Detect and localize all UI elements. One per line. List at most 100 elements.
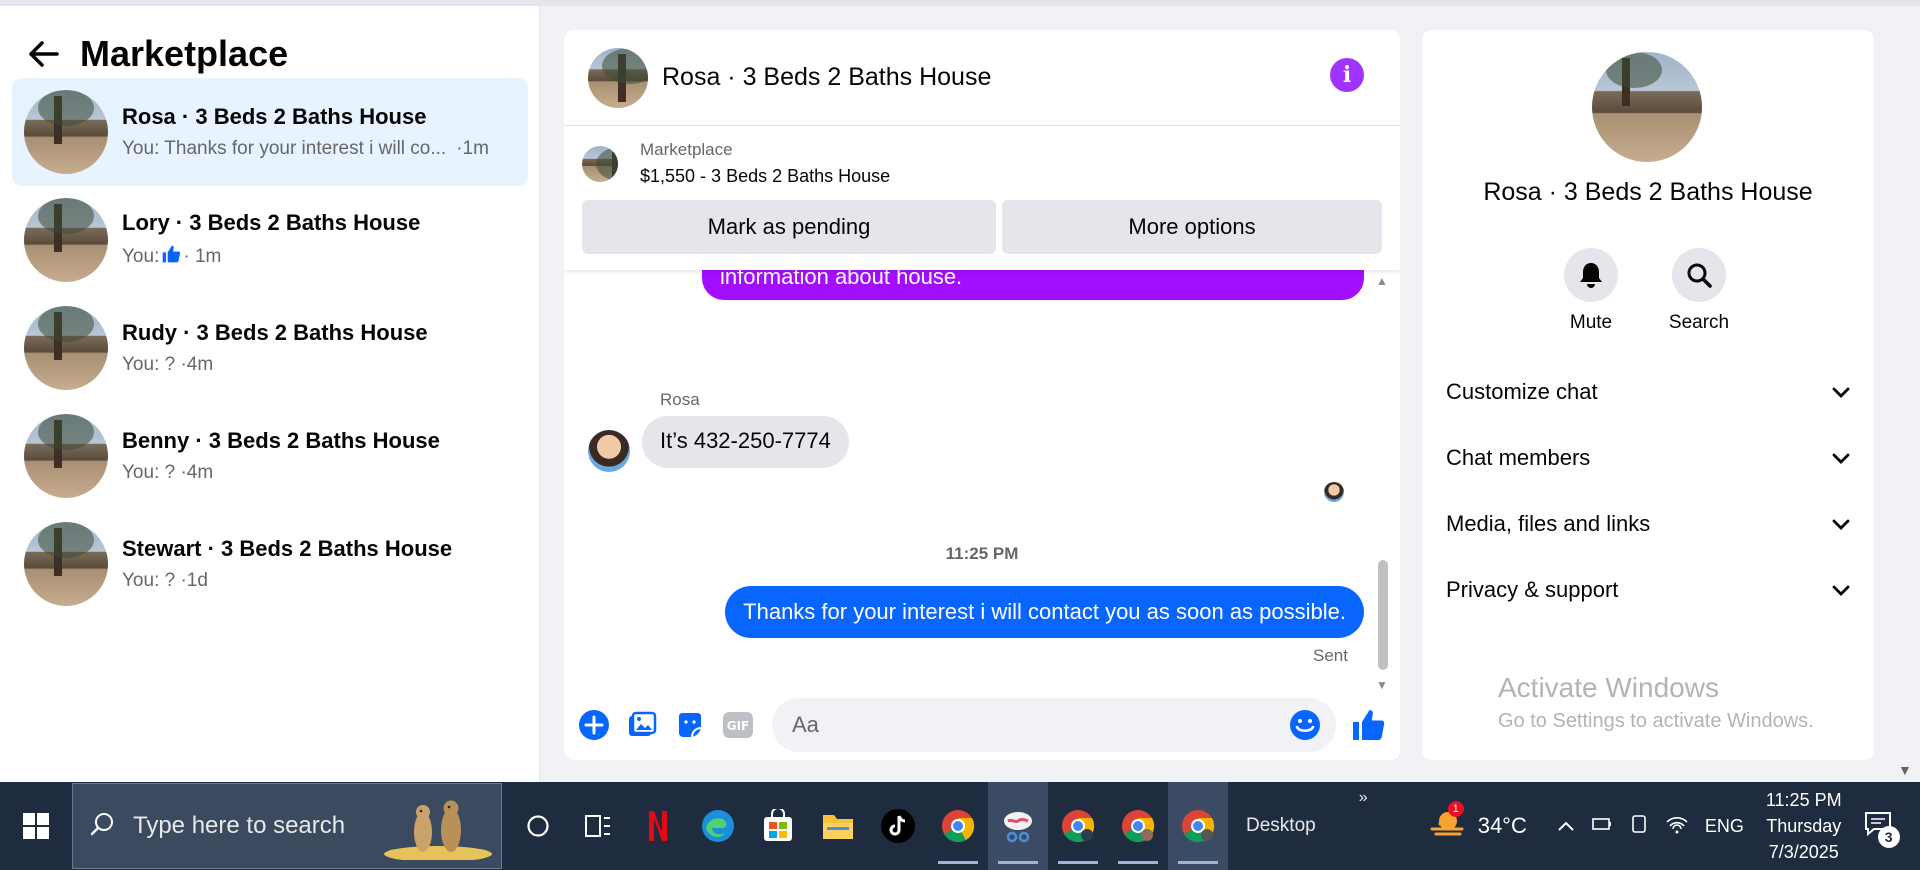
section-label: Chat members xyxy=(1446,445,1591,470)
system-tray: ENG xyxy=(1557,814,1760,839)
task-view-icon[interactable] xyxy=(568,782,628,870)
profile-avatar[interactable] xyxy=(1592,52,1702,162)
conversation-name: Rosa · 3 Beds 2 Baths House xyxy=(122,104,427,129)
message-composer: GIF xyxy=(564,690,1400,760)
message-input-container[interactable] xyxy=(772,698,1336,752)
chevron-down-icon xyxy=(1832,511,1850,537)
mark-as-pending-button[interactable]: Mark as pending xyxy=(582,200,996,254)
chevron-up-icon[interactable] xyxy=(1557,816,1575,837)
listing-price[interactable]: $1,550 - 3 Beds 2 Baths House xyxy=(640,166,890,187)
avatar xyxy=(24,414,108,498)
windows-icon[interactable] xyxy=(0,782,72,870)
thread-scrollbar[interactable]: ▲ ▼ xyxy=(1376,270,1390,692)
taskbar-search[interactable]: Type here to search xyxy=(72,783,502,869)
conversation-name: Stewart · 3 Beds 2 Baths House xyxy=(122,536,453,561)
listing-banner: Marketplace $1,550 - 3 Beds 2 Baths Hous… xyxy=(564,126,1400,270)
chat-panel: Rosa · 3 Beds 2 Baths House i Marketplac… xyxy=(564,30,1400,760)
meerkat-illustration-icon xyxy=(383,798,493,862)
clock-day: Thursday xyxy=(1766,816,1842,836)
message-input[interactable] xyxy=(790,711,1260,739)
avatar xyxy=(24,306,108,390)
edge-icon[interactable] xyxy=(688,782,748,870)
desktop-toolbar[interactable]: Desktop » xyxy=(1246,789,1368,837)
preview-time: ·1m xyxy=(456,138,489,159)
conversation-name: Benny · 3 Beds 2 Baths House xyxy=(122,428,440,453)
section-media-files-links[interactable]: Media, files and links xyxy=(1446,504,1850,544)
back-arrow-icon[interactable] xyxy=(24,34,64,74)
netflix-icon[interactable] xyxy=(628,782,688,870)
sticker-icon[interactable] xyxy=(672,707,708,743)
conversation-preview: You: Thanks for your interest i will co.… xyxy=(122,138,489,160)
device-icon[interactable] xyxy=(1629,814,1649,839)
avatar xyxy=(24,90,108,174)
section-customize-chat[interactable]: Customize chat xyxy=(1446,372,1850,412)
chrome-profile-icon[interactable] xyxy=(1048,782,1108,870)
chat-title[interactable]: Rosa · 3 Beds 2 Baths House xyxy=(662,63,991,92)
listing-thumbnail[interactable] xyxy=(582,145,618,182)
weather-widget[interactable]: 1 34°C xyxy=(1428,801,1527,845)
scroll-up-arrow-icon[interactable]: ▲ xyxy=(1376,274,1388,288)
tiktok-icon[interactable] xyxy=(868,782,928,870)
battery-icon[interactable] xyxy=(1591,815,1613,838)
seen-indicator-avatar xyxy=(1324,482,1344,502)
chat-avatar[interactable] xyxy=(588,47,648,108)
section-chat-members[interactable]: Chat members xyxy=(1446,438,1850,478)
plus-icon[interactable] xyxy=(576,707,612,743)
conversation-preview: You: ? ·4m xyxy=(122,354,214,375)
incoming-message: It’s 432-250-7774 xyxy=(642,416,849,468)
more-options-button[interactable]: More options xyxy=(1002,200,1382,254)
avatar xyxy=(24,198,108,282)
clock-date: 7/3/2025 xyxy=(1768,842,1839,862)
conversation-name: Rudy · 3 Beds 2 Baths House xyxy=(122,320,428,345)
clock-time: 11:25 PM xyxy=(1765,790,1842,810)
cortana-icon[interactable] xyxy=(508,782,568,870)
outgoing-message: Thanks for your interest i will contact … xyxy=(725,586,1364,638)
wifi-icon[interactable] xyxy=(1665,814,1689,839)
conversation-item-lory[interactable]: Lory · 3 Beds 2 Baths House You: · 1m xyxy=(12,186,528,294)
section-label: Customize chat xyxy=(1446,379,1598,404)
svg-text:GIF: GIF xyxy=(727,719,750,733)
chrome-profile-icon[interactable] xyxy=(1168,782,1228,870)
conversation-item-stewart[interactable]: Stewart · 3 Beds 2 Baths House You: ? ·1… xyxy=(12,510,528,618)
conversation-item-rosa[interactable]: Rosa · 3 Beds 2 Baths House You: Thanks … xyxy=(12,78,528,186)
sender-name: Rosa xyxy=(660,390,700,409)
chat-header: Rosa · 3 Beds 2 Baths House i xyxy=(564,30,1400,126)
file-explorer-icon[interactable] xyxy=(808,782,868,870)
search-button[interactable]: Search xyxy=(1654,248,1744,334)
double-chevron-icon[interactable]: » xyxy=(1359,789,1368,807)
windows-taskbar: Type here to search Desktop » 1 34°C ENG… xyxy=(0,782,1920,870)
chevron-down-icon xyxy=(1832,379,1850,405)
system-clock[interactable]: 11:25 PM Thursday 7/3/2025 xyxy=(1766,787,1842,865)
store-icon[interactable] xyxy=(748,782,808,870)
section-privacy-support[interactable]: Privacy & support xyxy=(1446,570,1850,610)
activate-windows-title: Activate Windows xyxy=(1498,672,1719,703)
mute-button[interactable]: Mute xyxy=(1546,248,1636,334)
section-label: Media, files and links xyxy=(1446,511,1651,536)
bell-icon[interactable] xyxy=(1564,248,1618,302)
snipping-tool-icon[interactable] xyxy=(988,782,1048,870)
thumbs-up-icon[interactable] xyxy=(1350,707,1386,743)
taskbar-search-placeholder: Type here to search xyxy=(133,812,346,839)
conversation-item-benny[interactable]: Benny · 3 Beds 2 Baths House You: ? ·4m xyxy=(12,402,528,510)
section-label: Privacy & support xyxy=(1446,577,1619,602)
weather-badge: 1 xyxy=(1447,801,1464,817)
desktop-label: Desktop xyxy=(1246,815,1316,836)
photo-icon[interactable] xyxy=(624,707,660,743)
info-icon[interactable]: i xyxy=(1330,58,1364,92)
notification-center-icon[interactable]: 3 xyxy=(1864,811,1900,848)
conversation-list: Rosa · 3 Beds 2 Baths House You: Thanks … xyxy=(12,78,528,618)
language-indicator[interactable]: ENG xyxy=(1705,816,1744,837)
message-status: Sent xyxy=(1313,646,1348,665)
gif-icon[interactable]: GIF xyxy=(720,707,756,743)
search-icon[interactable] xyxy=(1672,248,1726,302)
activate-windows-subtitle: Go to Settings to activate Windows. xyxy=(1498,710,1814,732)
chrome-icon[interactable] xyxy=(928,782,988,870)
chrome-profile-icon[interactable] xyxy=(1108,782,1168,870)
emoji-icon[interactable] xyxy=(1288,708,1322,742)
preview-time: · 1m xyxy=(183,246,222,267)
conversation-preview: You: ? ·4m xyxy=(122,462,214,483)
conversation-item-rudy[interactable]: Rudy · 3 Beds 2 Baths House You: ? ·4m xyxy=(12,294,528,402)
scrollbar-thumb[interactable] xyxy=(1378,560,1388,670)
mute-label: Mute xyxy=(1569,312,1613,333)
page-scroll-down-arrow-icon[interactable]: ▼ xyxy=(1898,762,1912,778)
